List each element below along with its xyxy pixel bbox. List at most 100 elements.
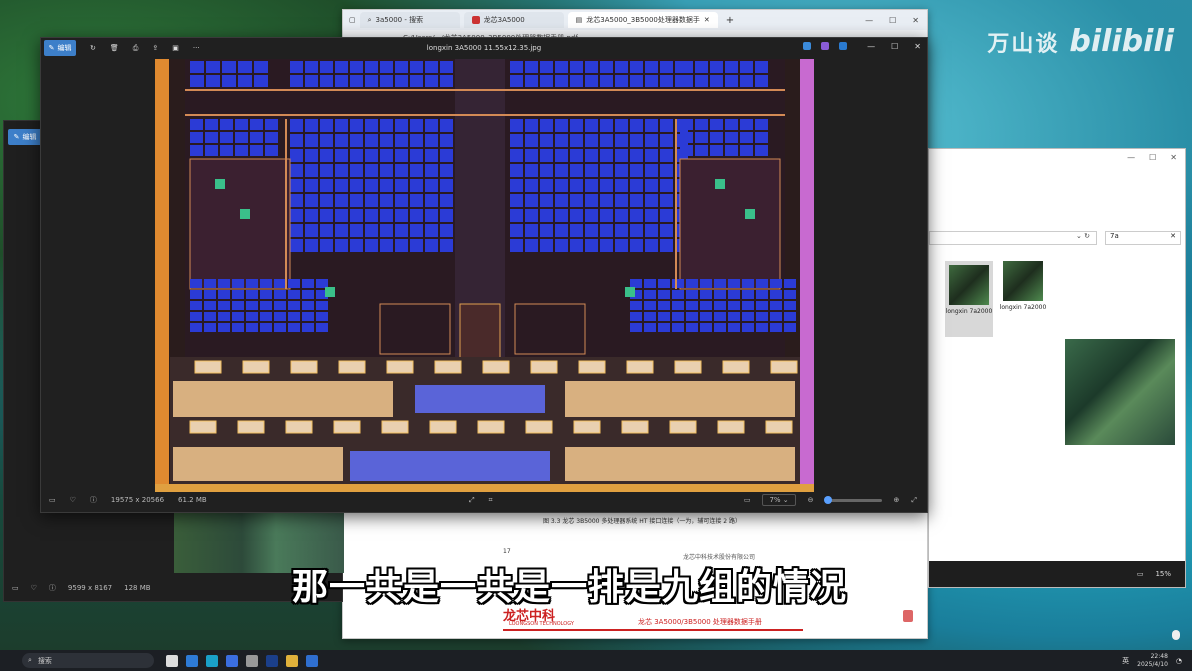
core-cache-block — [615, 179, 628, 192]
rotate-icon[interactable]: ↻ — [90, 44, 96, 52]
file-explorer-icon[interactable] — [286, 654, 298, 667]
cache-block — [728, 301, 740, 310]
photos-icon[interactable] — [803, 42, 811, 50]
close-window-button[interactable]: ✕ — [914, 42, 921, 51]
core-cache-block — [425, 164, 438, 177]
info-icon[interactable]: ⓘ — [90, 495, 97, 505]
cache-block — [725, 61, 738, 73]
zoom-level[interactable]: 15% — [1155, 570, 1171, 578]
delete-icon[interactable]: 🗑 — [110, 44, 119, 52]
cache-block — [784, 279, 796, 288]
clock[interactable]: 22:48 2025/4/10 — [1137, 653, 1168, 669]
aspect-icon[interactable]: ▭ — [744, 496, 751, 504]
fit-icon[interactable]: ⤢ — [469, 496, 475, 505]
cache-block — [265, 119, 278, 130]
chip-die-image[interactable] — [155, 59, 814, 492]
store-icon[interactable] — [226, 654, 238, 667]
task-view-icon[interactable] — [166, 654, 178, 667]
zoom-dropdown[interactable]: 7% ⌄ — [762, 494, 796, 506]
maximize-button[interactable]: ☐ — [891, 42, 898, 51]
heart-icon[interactable]: ♡ — [70, 496, 76, 504]
phy-strip — [173, 447, 343, 481]
io-pad — [482, 360, 510, 374]
print-icon[interactable]: ⎙ — [133, 44, 139, 53]
monitor-icon[interactable]: ▭ — [49, 496, 56, 504]
heart-icon[interactable]: ♡ — [31, 584, 37, 592]
monitor-icon[interactable]: ▭ — [1137, 570, 1144, 578]
tab-longxin[interactable]: 龙芯3A5000 — [463, 12, 564, 28]
file-item[interactable]: longxin 7a2000 — [999, 261, 1047, 311]
acrobat-icon[interactable] — [903, 610, 913, 622]
notification-icon[interactable]: ◔ — [1176, 657, 1182, 665]
explorer-search-input[interactable]: 7a ✕ — [1105, 231, 1181, 245]
cache-block — [630, 312, 642, 321]
cache-block — [220, 132, 233, 143]
browser-menu-icon[interactable]: ▢ — [349, 16, 356, 24]
photos-app-icon[interactable] — [306, 654, 318, 667]
maximize-button[interactable]: ☐ — [1149, 153, 1156, 163]
core-cache-block — [290, 119, 303, 132]
edge-icon[interactable] — [206, 654, 218, 667]
close-window-button[interactable]: ✕ — [1170, 153, 1177, 163]
core-cache-block — [290, 209, 303, 222]
outlook-icon[interactable] — [186, 654, 198, 667]
core-cache-block — [645, 164, 658, 177]
monitor-icon[interactable]: ▭ — [12, 584, 19, 592]
tab-search[interactable]: ⌕ 3a5000 - 搜索 — [359, 12, 460, 28]
more-icon[interactable]: ··· — [193, 44, 200, 52]
cache-block — [204, 301, 216, 310]
minimize-button[interactable]: — — [867, 42, 875, 51]
pdf-footer-title: 龙芯 3A5000/3B5000 处理器数据手册 — [638, 618, 762, 626]
edit-button[interactable]: ✎ 编辑 — [44, 40, 76, 56]
cache-block — [365, 61, 378, 73]
cache-block — [660, 75, 673, 87]
core-cache-block — [335, 224, 348, 237]
share-icon[interactable]: ⇪ — [152, 44, 158, 52]
settings-icon[interactable] — [246, 654, 258, 667]
green-cell — [215, 179, 225, 189]
tab-pdf[interactable]: ▤ 龙芯3A5000_3B5000处理器数据手 ✕ — [567, 12, 718, 28]
core-logic — [189, 158, 291, 290]
core-cache-block — [570, 239, 583, 252]
explorer-path-bar[interactable]: ⌄ ↻ — [929, 231, 1097, 245]
designer-icon[interactable] — [821, 42, 829, 50]
cache-block — [218, 323, 230, 332]
cache-block — [335, 61, 348, 73]
new-tab-button[interactable]: + — [722, 15, 738, 26]
taskbar-search[interactable]: ⌕ 搜索 — [22, 653, 154, 668]
core-cache-block — [570, 149, 583, 162]
onedrive-icon[interactable] — [839, 42, 847, 50]
slideshow-icon[interactable]: ▣ — [172, 44, 179, 52]
minimize-button[interactable]: — — [865, 16, 873, 25]
core-cache-block — [425, 179, 438, 192]
zoom-slider[interactable] — [823, 495, 882, 504]
cache-block — [742, 279, 754, 288]
phy-strip — [565, 381, 795, 417]
mic-icon[interactable] — [1172, 630, 1180, 640]
maximize-button[interactable]: ☐ — [889, 16, 896, 25]
core-cache-block — [350, 149, 363, 162]
cache-block — [755, 145, 768, 156]
close-icon[interactable]: ✕ — [1170, 232, 1176, 244]
zoom-in-icon[interactable]: ⊕ — [894, 496, 900, 504]
close-window-button[interactable]: ✕ — [912, 16, 919, 25]
edit-icon: ✎ — [13, 133, 20, 141]
crop-icon[interactable]: ⌗ — [489, 496, 493, 505]
zoom-out-icon[interactable]: ⊖ — [808, 496, 814, 504]
core-cache-block — [585, 134, 598, 147]
info-icon[interactable]: ⓘ — [49, 583, 56, 593]
core-cache-block — [600, 224, 613, 237]
close-icon[interactable]: ✕ — [704, 16, 710, 24]
cache-block — [365, 75, 378, 87]
cache-block — [700, 290, 712, 299]
photoshop-icon[interactable] — [266, 654, 278, 667]
input-language[interactable]: 英 — [1122, 656, 1129, 666]
zoom-slider-handle[interactable] — [823, 495, 832, 504]
cache-block — [710, 145, 723, 156]
minimize-button[interactable]: — — [1127, 153, 1135, 163]
file-item[interactable]: longxin 7a2000 — [945, 261, 993, 337]
fullscreen-icon[interactable]: ⤢ — [911, 496, 917, 505]
core-cache-block — [365, 149, 378, 162]
core-cache-block — [350, 194, 363, 207]
edit-button[interactable]: ✎ 编辑 — [8, 129, 42, 145]
